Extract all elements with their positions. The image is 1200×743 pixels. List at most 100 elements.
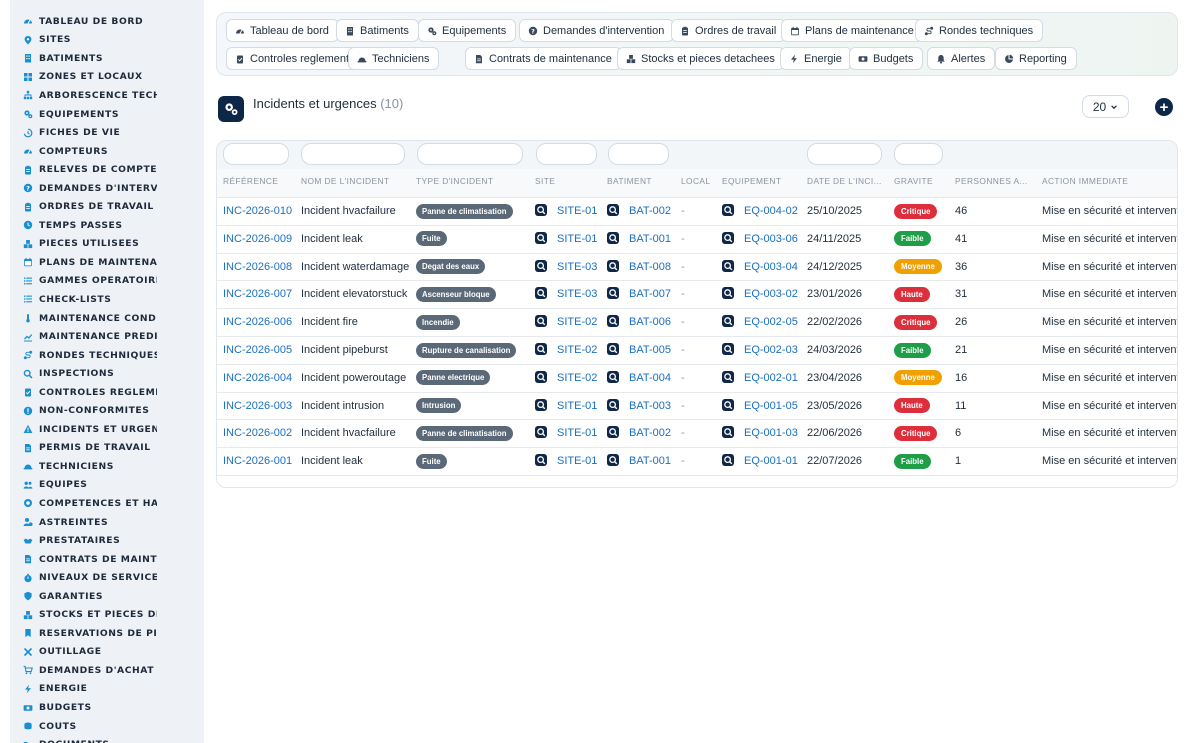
building-link[interactable]: BAT-007 (629, 288, 671, 300)
sidebar-item-plans-de-maintenance[interactable]: PLANS DE MAINTENANCE (10, 253, 204, 272)
site-link[interactable]: SITE-01 (557, 400, 597, 412)
sidebar-item-maintenance-conditio[interactable]: MAINTENANCE CONDITIO (10, 309, 204, 328)
site-link[interactable]: SITE-03 (557, 261, 597, 273)
filter-search-icon[interactable] (535, 315, 547, 328)
filter-search-icon[interactable] (535, 343, 547, 356)
sidebar-item-check-lists[interactable]: CHECK-LISTS (10, 290, 204, 309)
sidebar-item-demandes-d-intervent[interactable]: ? DEMANDES D'INTERVENT (10, 179, 204, 198)
filter-search-icon[interactable] (607, 231, 619, 244)
table-row[interactable]: INC-2026-004 Incident poweroutage Panne el… (217, 365, 1177, 393)
filter-search-icon[interactable] (535, 454, 547, 467)
filter-search-icon[interactable] (722, 370, 734, 383)
sidebar-item-releves-de-compteurs[interactable]: RELEVES DE COMPTEURS (10, 160, 204, 179)
incident-reference-link[interactable]: INC-2026-007 (223, 288, 292, 300)
nav-equipements-button[interactable]: Equipements (418, 19, 517, 42)
sidebar-item-incidents-et-urgences[interactable]: INCIDENTS ET URGENCES (10, 420, 204, 439)
filter-search-icon[interactable] (535, 398, 547, 411)
equipment-link[interactable]: EQ-003-06 (744, 233, 798, 245)
per-page-select[interactable]: 20 (1082, 95, 1129, 118)
building-link[interactable]: BAT-001 (629, 455, 671, 467)
sidebar-item-equipes[interactable]: EQUIPES (10, 476, 204, 495)
sidebar-item-outillage[interactable]: OUTILLAGE (10, 643, 204, 662)
sidebar-item-gammes-operatoires[interactable]: GAMMES OPERATOIRES (10, 272, 204, 291)
building-link[interactable]: BAT-004 (629, 372, 671, 384)
sidebar-item-equipements[interactable]: EQUIPEMENTS (10, 105, 204, 124)
building-link[interactable]: BAT-002 (629, 427, 671, 439)
table-row[interactable]: INC-2026-009 Incident leak Fuite SITE-01 BAT… (217, 226, 1177, 254)
sidebar-item-documents[interactable]: DOCUMENTS (10, 735, 204, 743)
incident-reference-link[interactable]: INC-2026-009 (223, 233, 292, 245)
filter-search-icon[interactable] (607, 370, 619, 383)
sidebar-item-energie[interactable]: ENERGIE (10, 680, 204, 699)
column-filter-input[interactable] (608, 143, 669, 165)
sidebar-item-fiches-de-vie[interactable]: FICHES DE VIE (10, 123, 204, 142)
filter-search-icon[interactable] (722, 287, 734, 300)
equipment-link[interactable]: EQ-003-04 (744, 261, 798, 273)
sidebar-item-budgets[interactable]: BUDGETS (10, 698, 204, 717)
filter-search-icon[interactable] (722, 398, 734, 411)
sidebar-item-stocks-et-pieces-deta[interactable]: STOCKS ET PIECES DETA (10, 606, 204, 625)
incident-reference-link[interactable]: INC-2026-004 (223, 372, 292, 384)
nav-alertes-button[interactable]: Alertes (927, 47, 996, 70)
filter-search-icon[interactable] (535, 231, 547, 244)
sidebar-item-techniciens[interactable]: TECHNICIENS (10, 457, 204, 476)
sidebar-item-permis-de-travail[interactable]: PERMIS DE TRAVAIL (10, 439, 204, 458)
sidebar-item-garanties[interactable]: GARANTIES (10, 587, 204, 606)
incident-reference-link[interactable]: INC-2026-006 (223, 316, 292, 328)
sidebar-item-batiments[interactable]: BATIMENTS (10, 49, 204, 68)
filter-search-icon[interactable] (607, 454, 619, 467)
sidebar-item-zones-et-locaux[interactable]: ZONES ET LOCAUX (10, 68, 204, 87)
filter-search-icon[interactable] (722, 204, 734, 217)
column-filter-input[interactable] (894, 143, 943, 165)
table-row[interactable]: INC-2026-006 Incident fire Incendie SITE-02… (217, 309, 1177, 337)
sidebar-item-pieces-utilisees[interactable]: PIECES UTILISEES (10, 235, 204, 254)
nav-rondes-techniques-button[interactable]: Rondes techniques (915, 19, 1044, 42)
filter-search-icon[interactable] (535, 204, 547, 217)
filter-search-icon[interactable] (607, 287, 619, 300)
filter-search-icon[interactable] (722, 231, 734, 244)
filter-search-icon[interactable] (607, 259, 619, 272)
building-link[interactable]: BAT-001 (629, 233, 671, 245)
sidebar-item-demandes-d-achat[interactable]: DEMANDES D'ACHAT (10, 661, 204, 680)
filter-search-icon[interactable] (535, 287, 547, 300)
filter-search-icon[interactable] (535, 370, 547, 383)
building-link[interactable]: BAT-008 (629, 261, 671, 273)
filter-search-icon[interactable] (722, 315, 734, 328)
building-link[interactable]: BAT-002 (629, 205, 671, 217)
building-link[interactable]: BAT-006 (629, 316, 671, 328)
equipment-link[interactable]: EQ-001-01 (744, 455, 798, 467)
column-filter-input[interactable] (536, 143, 597, 165)
site-link[interactable]: SITE-03 (557, 288, 597, 300)
nav-ordres-de-travail-button[interactable]: Ordres de travail (671, 19, 787, 42)
filter-search-icon[interactable] (722, 454, 734, 467)
site-link[interactable]: SITE-02 (557, 344, 597, 356)
nav-budgets-button[interactable]: Budgets (849, 47, 924, 70)
site-link[interactable]: SITE-01 (557, 233, 597, 245)
sidebar-item-inspections[interactable]: INSPECTIONS (10, 364, 204, 383)
equipment-link[interactable]: EQ-002-03 (744, 344, 798, 356)
sidebar-item-astreintes[interactable]: ASTREINTES (10, 513, 204, 532)
site-link[interactable]: SITE-01 (557, 205, 597, 217)
incident-reference-link[interactable]: INC-2026-003 (223, 400, 292, 412)
sidebar-item-rondes-techniques[interactable]: RONDES TECHNIQUES (10, 346, 204, 365)
filter-search-icon[interactable] (722, 343, 734, 356)
table-row[interactable]: INC-2026-005 Incident pipeburst Rupture de… (217, 337, 1177, 365)
site-link[interactable]: SITE-02 (557, 372, 597, 384)
incident-reference-link[interactable]: INC-2026-008 (223, 261, 292, 273)
equipment-link[interactable]: EQ-003-02 (744, 288, 798, 300)
site-link[interactable]: SITE-01 (557, 427, 597, 439)
incident-reference-link[interactable]: INC-2026-005 (223, 344, 292, 356)
sidebar-item-maintenance-predicti[interactable]: MAINTENANCE PREDICTI (10, 327, 204, 346)
sidebar-item-temps-passes[interactable]: TEMPS PASSES (10, 216, 204, 235)
site-link[interactable]: SITE-01 (557, 455, 597, 467)
site-link[interactable]: SITE-02 (557, 316, 597, 328)
filter-search-icon[interactable] (535, 426, 547, 439)
building-link[interactable]: BAT-003 (629, 400, 671, 412)
column-filter-input[interactable] (301, 143, 405, 165)
filter-search-icon[interactable] (722, 426, 734, 439)
sidebar-item-non-conformites[interactable]: NON-CONFORMITES (10, 401, 204, 420)
filter-search-icon[interactable] (607, 398, 619, 411)
filter-search-icon[interactable] (607, 343, 619, 356)
equipment-link[interactable]: EQ-001-05 (744, 400, 798, 412)
nav-plans-de-maintenance-button[interactable]: Plans de maintenance (781, 19, 924, 42)
